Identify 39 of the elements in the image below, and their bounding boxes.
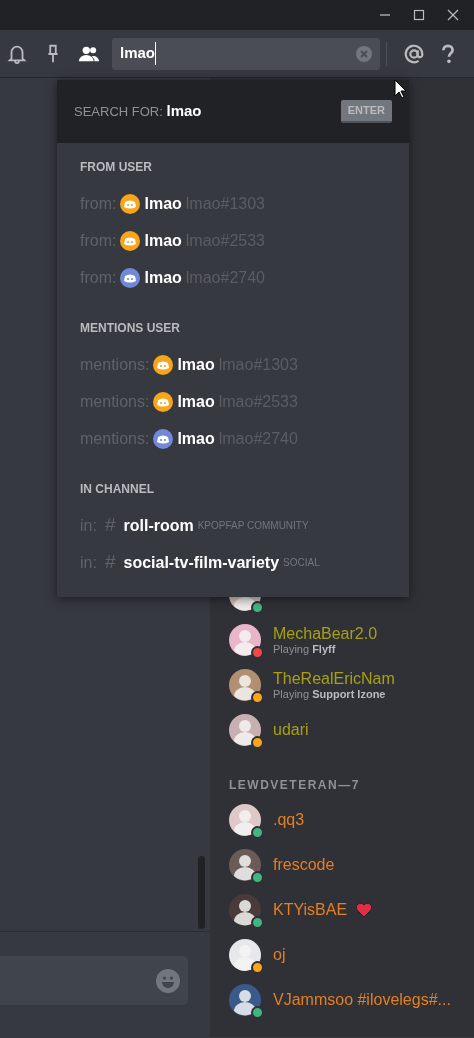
- avatar-icon: [229, 983, 261, 1016]
- avatar-icon: [229, 623, 261, 656]
- member-row[interactable]: .qq3: [210, 797, 474, 842]
- member-activity: Playing Support Izone: [273, 687, 387, 701]
- member-name: oj: [273, 945, 286, 964]
- member-row[interactable]: oj: [210, 932, 474, 977]
- member-row[interactable]: VJammsoo #ilovelegs#...: [210, 977, 474, 1022]
- member-activity: Playing Flyff: [273, 642, 337, 656]
- member-name: udari: [273, 720, 309, 739]
- avatar-icon: [229, 713, 261, 746]
- search-for-text: SEARCH FOR: lmao: [74, 101, 202, 122]
- scrollbar-thumb[interactable]: [198, 856, 205, 929]
- avatar-icon: [229, 803, 261, 836]
- avatar-icon: [229, 893, 261, 926]
- enter-key-hint: ENTER: [340, 100, 392, 123]
- search-field[interactable]: lmao: [112, 37, 380, 70]
- member-name: frescode: [273, 855, 335, 874]
- maximize-icon[interactable]: [413, 9, 425, 21]
- member-row[interactable]: frescode: [210, 842, 474, 887]
- member-name: VJammsoo #ilovelegs#...: [273, 990, 451, 1009]
- mouse-cursor-icon: [394, 79, 407, 99]
- close-icon[interactable]: [447, 9, 459, 21]
- member-group-heading: LEWDVETERAN—7: [228, 777, 361, 794]
- member-row[interactable]: TheRealEricNam Playing Support Izone: [210, 662, 474, 707]
- member-name: KTYisBAE: [273, 900, 348, 919]
- avatar-icon: [229, 668, 261, 701]
- member-name: MechaBear2.0: [273, 623, 378, 643]
- mention-icon[interactable]: [403, 42, 425, 65]
- member-name: TheRealEricNam: [273, 668, 395, 688]
- avatar-icon: [229, 848, 261, 881]
- section-heading: IN CHANNEL: [80, 481, 155, 498]
- member-name: .qq3: [273, 810, 305, 829]
- member-row[interactable]: KTYisBAE: [210, 887, 474, 932]
- section-heading: MENTIONS USER: [80, 320, 181, 337]
- avatar-icon: [229, 938, 261, 971]
- member-row[interactable]: udari: [210, 707, 474, 752]
- member-row[interactable]: MechaBear2.0 Playing Flyff: [210, 617, 474, 662]
- section-heading: FROM USER: [80, 159, 153, 176]
- message-input[interactable]: [0, 956, 188, 1005]
